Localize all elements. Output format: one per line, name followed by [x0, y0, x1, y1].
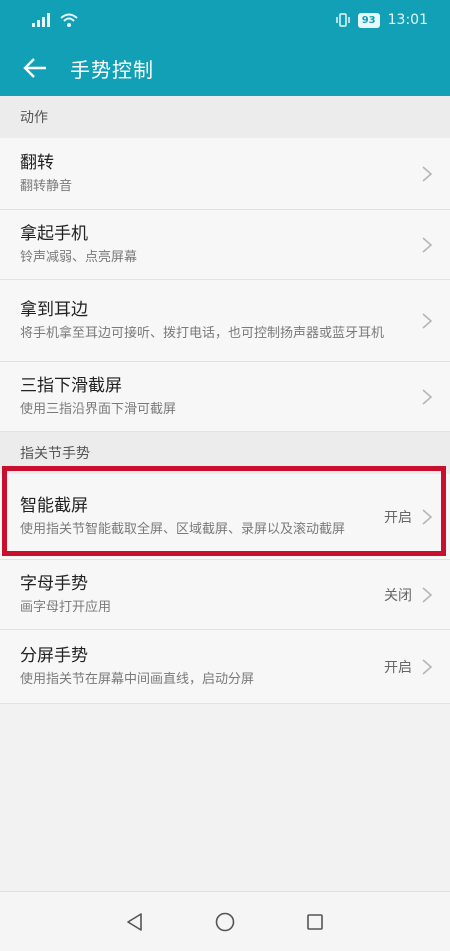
setting-subtitle: 使用指关节在屏幕中间画直线，启动分屏	[20, 672, 255, 687]
battery-indicator: 93	[357, 12, 380, 28]
setting-title: 翻转	[20, 153, 54, 173]
status-time: 13:01	[387, 12, 428, 28]
knuckle-list: 智能截屏 使用指关节智能截取全屏、区域截屏、录屏以及滚动截屏 开启 字母手势 画…	[0, 474, 450, 704]
setting-title: 拿起手机	[20, 224, 88, 244]
setting-subtitle: 将手机拿至耳边可接听、拨打电话，也可控制扬声器或蓝牙耳机	[20, 326, 385, 341]
section-header-knuckle: 指关节手势	[0, 432, 450, 474]
app-bar: 手势控制	[0, 40, 450, 96]
square-recent-icon[interactable]	[304, 911, 326, 933]
vibrate-icon	[335, 13, 350, 27]
setting-status: 关闭	[384, 587, 412, 604]
setting-subtitle: 画字母打开应用	[20, 600, 112, 615]
status-left	[32, 13, 78, 27]
chevron-right-icon	[422, 236, 433, 253]
status-bar: 93 13:01	[0, 0, 450, 40]
circle-home-icon[interactable]	[214, 911, 236, 933]
wifi-icon	[60, 13, 78, 27]
setting-subtitle: 翻转静音	[20, 179, 73, 194]
chevron-right-icon	[422, 165, 433, 182]
chevron-right-icon	[422, 388, 433, 405]
setting-row-split-screen[interactable]: 分屏手势 使用指关节在屏幕中间画直线，启动分屏 开启	[0, 630, 450, 704]
setting-row-ear[interactable]: 拿到耳边 将手机拿至耳边可接听、拨打电话，也可控制扬声器或蓝牙耳机	[0, 280, 450, 362]
chevron-right-icon	[422, 586, 433, 603]
signal-icon	[32, 13, 50, 27]
setting-row-letter-gesture[interactable]: 字母手势 画字母打开应用 关闭	[0, 560, 450, 630]
setting-title: 分屏手势	[20, 646, 88, 666]
back-button[interactable]	[0, 40, 70, 96]
status-right: 93 13:01	[335, 12, 428, 28]
section-header-actions: 动作	[0, 96, 450, 138]
chevron-right-icon	[422, 312, 433, 329]
settings-content: 动作 翻转 翻转静音 拿起手机 铃声减弱、点亮屏幕 拿到耳边 将手机拿至耳边可接…	[0, 96, 450, 704]
setting-status: 开启	[384, 659, 412, 676]
triangle-back-icon[interactable]	[124, 911, 146, 933]
setting-subtitle: 铃声减弱、点亮屏幕	[20, 250, 138, 265]
chevron-right-icon	[422, 508, 433, 525]
setting-row-smart-screenshot[interactable]: 智能截屏 使用指关节智能截取全屏、区域截屏、录屏以及滚动截屏 开启	[0, 474, 450, 560]
setting-row-pickup[interactable]: 拿起手机 铃声减弱、点亮屏幕	[0, 210, 450, 280]
setting-row-flip[interactable]: 翻转 翻转静音	[0, 138, 450, 210]
setting-title: 智能截屏	[20, 496, 88, 516]
setting-status: 开启	[384, 509, 412, 526]
actions-list: 翻转 翻转静音 拿起手机 铃声减弱、点亮屏幕 拿到耳边 将手机拿至耳边可接听、拨…	[0, 138, 450, 432]
page-title: 手势控制	[70, 57, 154, 82]
navigation-bar	[0, 891, 450, 951]
setting-title: 拿到耳边	[20, 300, 88, 320]
setting-row-three-finger[interactable]: 三指下滑截屏 使用三指沿界面下滑可截屏	[0, 362, 450, 432]
chevron-right-icon	[422, 658, 433, 675]
setting-title: 三指下滑截屏	[20, 376, 122, 396]
setting-subtitle: 使用指关节智能截取全屏、区域截屏、录屏以及滚动截屏	[20, 522, 346, 537]
setting-title: 字母手势	[20, 574, 88, 594]
arrow-left-icon	[23, 58, 46, 78]
setting-subtitle: 使用三指沿界面下滑可截屏	[20, 402, 177, 417]
